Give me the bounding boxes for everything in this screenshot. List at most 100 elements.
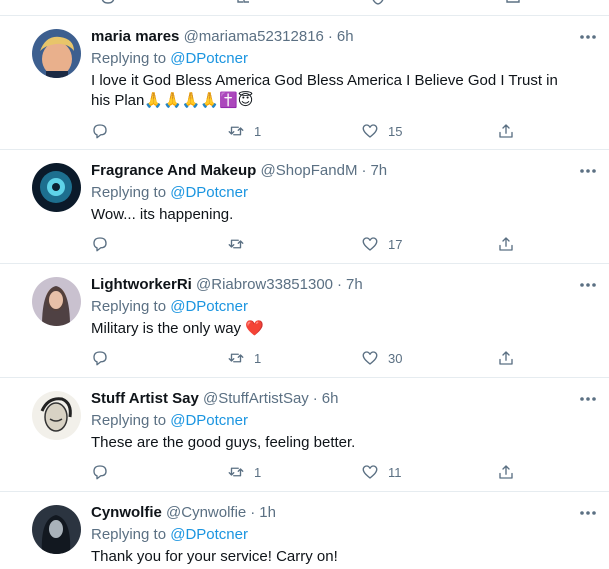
retweet-count: 1 [254, 464, 262, 480]
replying-to: Replying to @DPotcner [91, 297, 248, 317]
comment-icon [93, 124, 107, 139]
replying-to-label: Replying to [91, 298, 171, 315]
tweet-actions: 17 [91, 233, 531, 255]
retweet-icon[interactable] [235, 0, 251, 7]
share-icon [499, 237, 513, 251]
replying-to: Replying to @DPotcner [91, 411, 248, 431]
share-button[interactable] [497, 120, 515, 142]
mention-link[interactable]: @DPotcner [170, 412, 248, 429]
more-options-icon[interactable] [578, 32, 598, 42]
retweet-count: 1 [254, 123, 262, 139]
avatar[interactable] [32, 505, 81, 554]
avatar-image [32, 163, 81, 212]
tweet-reply[interactable]: Cynwolfie @Cynwolfie · 1h Replying to @DPo… [0, 492, 609, 569]
replying-to-label: Replying to [91, 184, 171, 201]
user-handle[interactable]: @StuffArtistSay [203, 390, 309, 407]
timestamp[interactable]: 7h [346, 276, 363, 293]
mention-link[interactable]: @DPotcner [170, 50, 248, 67]
comment-icon [93, 237, 107, 252]
tweet-text: These are the good guys, feeling better. [91, 434, 356, 451]
user-handle[interactable]: @mariama52312816 [184, 28, 324, 45]
separator-dot: · [312, 390, 318, 407]
avatar-image [32, 391, 81, 440]
share-button[interactable] [497, 347, 515, 369]
tweet-actions: 1 11 [91, 461, 531, 483]
timestamp[interactable]: 7h [370, 162, 387, 179]
replying-to-label: Replying to [91, 50, 171, 67]
like-count: 30 [388, 350, 403, 366]
tweet-actions: 1 30 [91, 347, 531, 369]
avatar-image [32, 505, 81, 554]
timestamp[interactable]: 6h [337, 28, 354, 45]
tweet-text: Military is the only way ❤️ [91, 320, 264, 337]
comment-icon [93, 465, 107, 480]
mention-link[interactable]: @DPotcner [170, 298, 248, 315]
tweet-reply[interactable]: Fragrance And Makeup @ShopFandM · 7h Reply… [0, 150, 609, 264]
display-name[interactable]: Fragrance And Makeup [91, 162, 256, 179]
avatar[interactable] [32, 29, 81, 78]
timestamp[interactable]: 1h [259, 504, 276, 521]
heart-icon [362, 124, 378, 138]
display-name[interactable]: maria mares [91, 28, 179, 45]
reply-button[interactable] [91, 233, 118, 255]
more-options-icon[interactable] [578, 394, 598, 404]
avatar[interactable] [32, 391, 81, 440]
previous-tweet-edge [0, 0, 609, 16]
like-count: 15 [388, 123, 403, 139]
retweet-button[interactable]: 1 [227, 120, 261, 142]
like-button[interactable]: 30 [361, 347, 402, 369]
tweet-text: I love it God Bless America God Bless Am… [91, 72, 558, 109]
like-count: 11 [388, 464, 402, 480]
timestamp[interactable]: 6h [322, 390, 339, 407]
separator-dot: · [250, 504, 256, 521]
like-button[interactable]: 17 [361, 233, 402, 255]
display-name[interactable]: LightworkerRi [91, 276, 192, 293]
user-handle[interactable]: @Cynwolfie [166, 504, 246, 521]
display-name[interactable]: Cynwolfie [91, 504, 162, 521]
tweet-reply[interactable]: maria mares @mariama52312816 · 6h Replying… [0, 16, 609, 150]
replying-to: Replying to @DPotcner [91, 49, 248, 69]
retweet-count: 1 [254, 350, 262, 366]
tweet-reply[interactable]: LightworkerRi @Riabrow33851300 · 7h Replyi… [0, 264, 609, 378]
share-button[interactable] [497, 461, 515, 483]
share-button[interactable] [497, 233, 515, 255]
more-options-icon[interactable] [578, 280, 598, 290]
reply-button[interactable] [91, 120, 118, 142]
retweet-button[interactable]: 1 [227, 461, 261, 483]
mention-link[interactable]: @DPotcner [170, 184, 248, 201]
avatar[interactable] [32, 277, 81, 326]
tweet-text: Thank you for your service! Carry on! [91, 548, 338, 565]
heart-icon [362, 465, 378, 479]
share-icon[interactable] [505, 0, 521, 7]
replying-to: Replying to @DPotcner [91, 183, 248, 203]
display-name[interactable]: Stuff Artist Say [91, 390, 199, 407]
tweet-actions: 1 15 [91, 120, 531, 142]
retweet-icon [228, 353, 244, 363]
comment-icon[interactable] [100, 0, 116, 7]
comment-icon [93, 351, 107, 366]
avatar-image [32, 277, 81, 326]
heart-icon[interactable] [370, 0, 386, 7]
reply-button[interactable] [91, 461, 118, 483]
separator-dot: · [337, 276, 343, 293]
tweet-text: Wow... its happening. [91, 206, 234, 223]
more-options-icon[interactable] [578, 508, 598, 518]
user-handle[interactable]: @ShopFandM [261, 162, 358, 179]
avatar[interactable] [32, 163, 81, 212]
more-options-icon[interactable] [578, 166, 598, 176]
separator-dot: · [361, 162, 367, 179]
avatar-image [32, 29, 81, 78]
retweet-button[interactable]: 1 [227, 347, 261, 369]
mention-link[interactable]: @DPotcner [170, 526, 248, 543]
reply-button[interactable] [91, 347, 118, 369]
like-button[interactable]: 11 [361, 461, 402, 483]
like-button[interactable]: 15 [361, 120, 402, 142]
share-icon [499, 124, 513, 138]
replying-to-label: Replying to [91, 412, 171, 429]
heart-icon [362, 351, 378, 365]
share-icon [499, 351, 513, 365]
retweet-button[interactable] [227, 233, 254, 255]
user-handle[interactable]: @Riabrow33851300 [196, 276, 333, 293]
replying-to: Replying to @DPotcner [91, 525, 248, 545]
tweet-reply[interactable]: Stuff Artist Say @StuffArtistSay · 6h Repl… [0, 378, 609, 492]
